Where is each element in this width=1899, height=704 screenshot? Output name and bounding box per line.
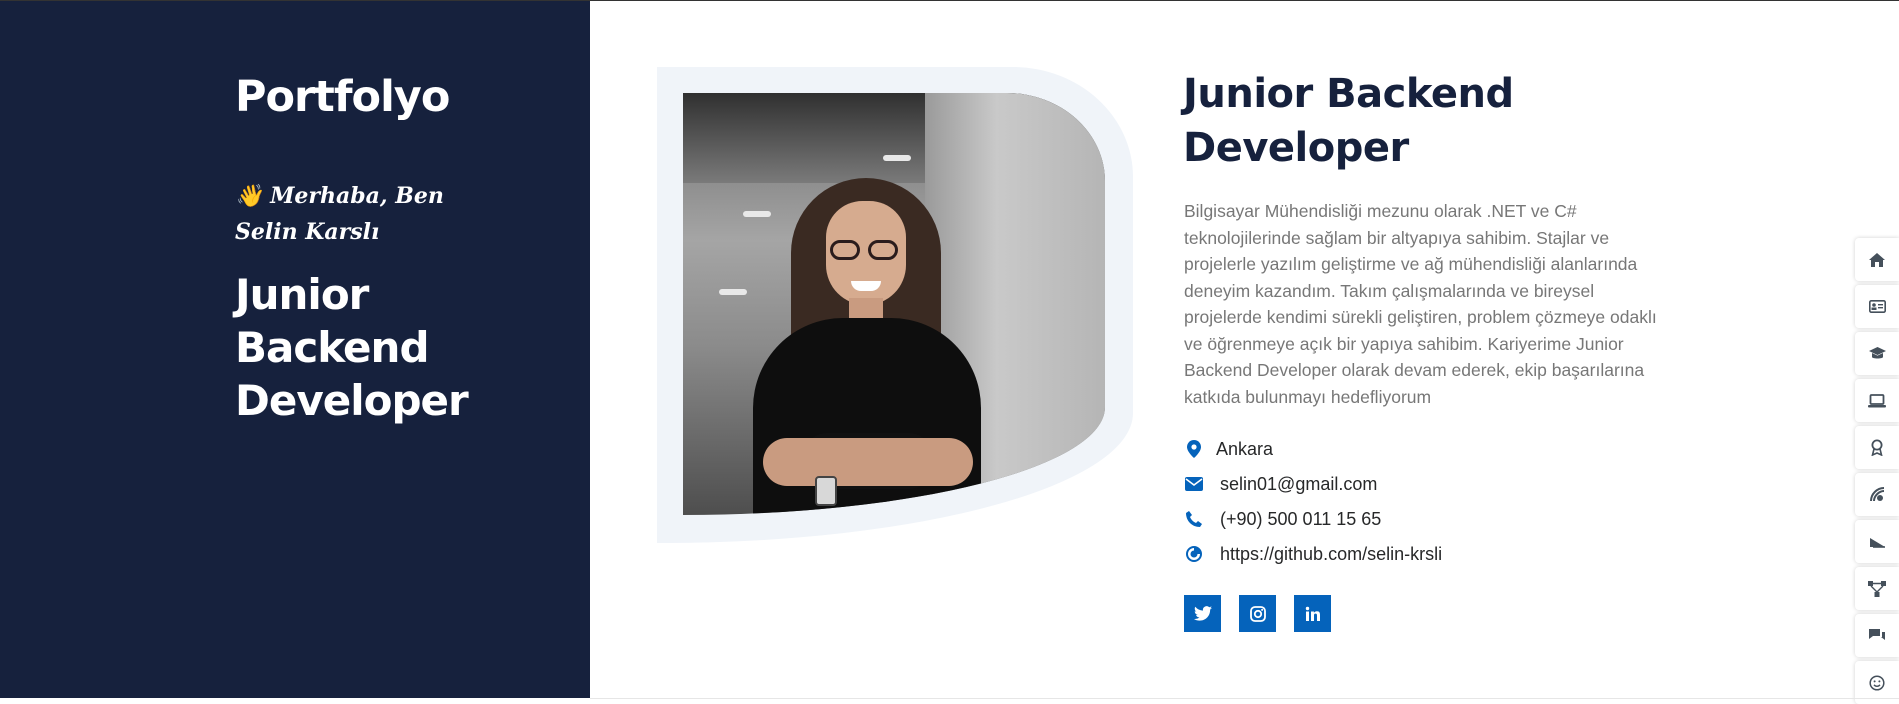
chat-icon	[1869, 629, 1885, 640]
instagram-button[interactable]	[1239, 595, 1276, 632]
twitter-icon	[1193, 606, 1212, 621]
nav-education[interactable]	[1855, 332, 1899, 375]
nav-certificates[interactable]	[1855, 426, 1899, 469]
location-text: Ankara	[1216, 438, 1274, 459]
bio-paragraph: Bilgisayar Mühendisliği mezunu olarak .N…	[1184, 201, 1657, 407]
id-card-icon	[1868, 300, 1886, 313]
info-email: selin01@gmail.com	[1184, 470, 1604, 498]
info-location: Ankara	[1184, 435, 1604, 463]
network-icon	[1868, 580, 1886, 597]
laptop-icon	[1868, 393, 1886, 407]
map-marker-icon	[1184, 439, 1204, 459]
twitter-button[interactable]	[1184, 595, 1221, 632]
social-links	[1184, 595, 1331, 632]
waving-hand-icon: 👋	[235, 183, 263, 209]
github-icon	[1184, 544, 1204, 564]
nav-contact[interactable]	[1855, 614, 1899, 657]
nav-projects[interactable]	[1855, 379, 1899, 422]
site-brand[interactable]: Portfolyo	[235, 72, 450, 122]
nav-about[interactable]	[1855, 285, 1899, 328]
nav-home[interactable]	[1855, 238, 1899, 281]
nav-network[interactable]	[1855, 567, 1899, 610]
page-title: Junior Backend Developer	[1183, 71, 1514, 171]
envelope-icon	[1184, 474, 1204, 494]
graduation-cap-icon	[1868, 346, 1886, 358]
linkedin-button[interactable]	[1294, 595, 1331, 632]
nav-skills[interactable]	[1855, 473, 1899, 516]
info-github: https://github.com/selin-krsli	[1184, 540, 1604, 568]
greeting: 👋 Merhaba, Ben Selin Karslı	[235, 178, 495, 250]
email-link[interactable]: selin01@gmail.com	[1220, 474, 1377, 495]
right-side-nav	[1855, 238, 1899, 704]
instagram-icon	[1249, 605, 1266, 622]
phone-link[interactable]: (+90) 500 011 15 65	[1220, 509, 1381, 530]
phone-icon	[1184, 509, 1204, 529]
award-icon	[1871, 439, 1883, 456]
github-link[interactable]: https://github.com/selin-krsli	[1220, 544, 1442, 565]
plane-icon	[1869, 537, 1885, 548]
info-phone: (+90) 500 011 15 65	[1184, 505, 1604, 533]
sidebar-job-title: Junior Backend Developer	[235, 270, 469, 425]
stack-icon	[1869, 487, 1884, 502]
profile-photo	[683, 93, 1105, 515]
section-divider	[590, 698, 1899, 699]
smile-icon	[1869, 674, 1885, 691]
sidebar-bottom-gap	[0, 698, 590, 702]
linkedin-icon	[1305, 606, 1320, 621]
home-icon	[1869, 252, 1885, 267]
greeting-text: Merhaba, Ben Selin Karslı	[235, 183, 444, 245]
nav-experience[interactable]	[1855, 520, 1899, 563]
